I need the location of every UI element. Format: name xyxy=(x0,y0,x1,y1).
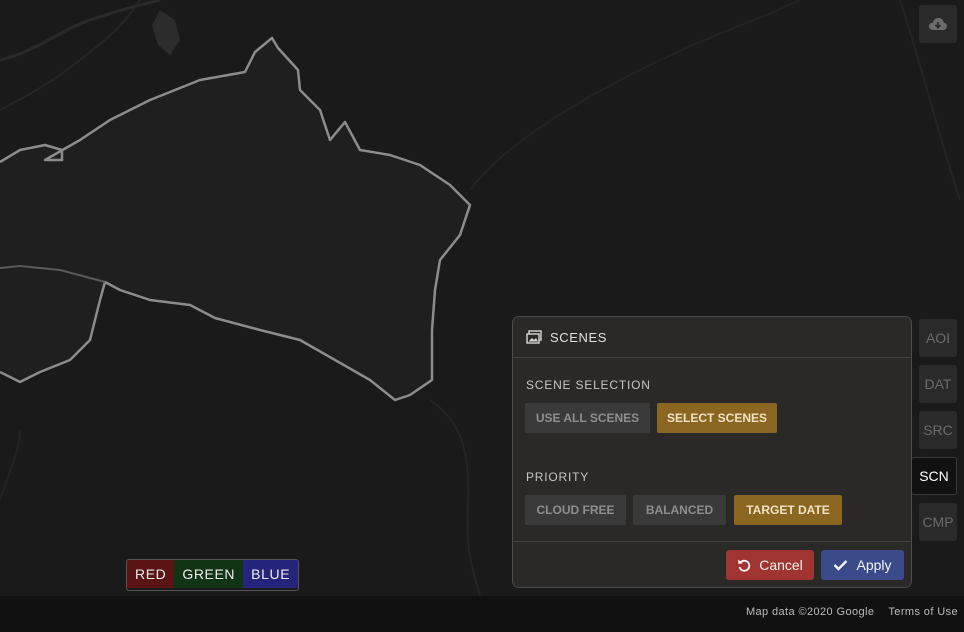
toolbar-scn-label: SCN xyxy=(919,468,949,484)
target-date-button[interactable]: TARGET DATE xyxy=(734,495,842,525)
cloud-download-icon xyxy=(929,18,947,30)
scene-selection-label: SCENE SELECTION xyxy=(526,378,651,392)
red-band-chip: RED xyxy=(127,560,175,588)
check-icon xyxy=(834,560,848,571)
panel-header: SCENES xyxy=(513,317,911,358)
rgb-band-legend: RED GREEN BLUE xyxy=(126,559,300,591)
map-data-attribution: Map data ©2020 Google xyxy=(745,606,875,618)
toolbar-dat-button[interactable]: DAT xyxy=(919,365,957,403)
apply-label: Apply xyxy=(856,557,892,573)
toolbar-src-label: SRC xyxy=(923,422,953,438)
scenes-panel: SCENES SCENE SELECTION USE ALL SCENES SE… xyxy=(512,316,912,588)
toolbar-aoi-label: AOI xyxy=(925,330,951,346)
panel-title: SCENES xyxy=(550,329,608,345)
toolbar-cmp-label: CMP xyxy=(922,514,954,530)
priority-label: PRIORITY xyxy=(526,470,590,484)
toolbar-dat-label: DAT xyxy=(924,376,952,392)
cancel-label: Cancel xyxy=(759,557,803,573)
download-button[interactable] xyxy=(919,5,957,43)
map-attribution: Map data ©2020 Google Terms of Use xyxy=(746,606,958,618)
attribution-bar: Map data ©2020 Google Terms of Use xyxy=(0,596,964,632)
green-band-chip: GREEN xyxy=(174,560,244,588)
toolbar-src-button[interactable]: SRC xyxy=(919,411,957,449)
terms-of-use-link[interactable]: Terms of Use xyxy=(888,606,958,618)
blue-band-chip: BLUE xyxy=(243,560,299,588)
apply-button[interactable]: Apply xyxy=(821,550,904,580)
panel-footer-divider xyxy=(513,541,911,542)
cancel-button[interactable]: Cancel xyxy=(726,550,814,580)
toolbar-cmp-button[interactable]: CMP xyxy=(919,503,957,541)
images-icon xyxy=(526,330,542,344)
toolbar-aoi-button[interactable]: AOI xyxy=(919,319,957,357)
undo-icon xyxy=(738,559,751,572)
use-all-scenes-button[interactable]: USE ALL SCENES xyxy=(525,403,650,433)
cloud-free-button[interactable]: CLOUD FREE xyxy=(525,495,626,525)
balanced-button[interactable]: BALANCED xyxy=(633,495,726,525)
select-scenes-button[interactable]: SELECT SCENES xyxy=(657,403,777,433)
toolbar-scn-button[interactable]: SCN xyxy=(911,457,957,495)
